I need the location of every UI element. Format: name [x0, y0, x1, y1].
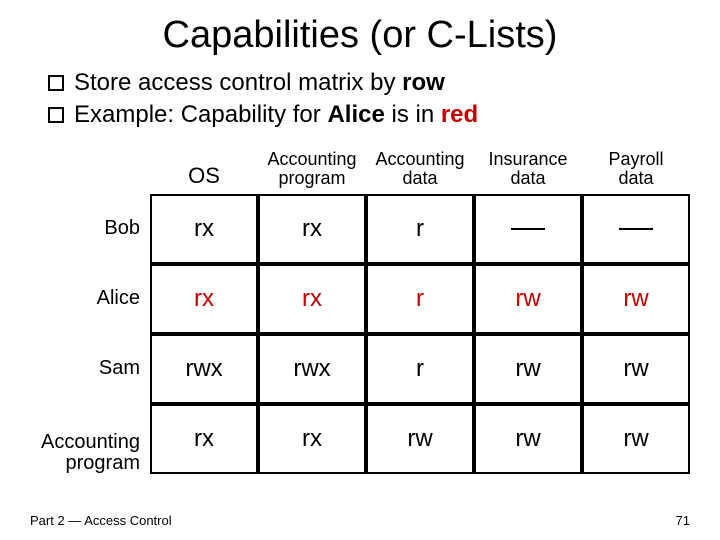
- col-os: OS: [150, 160, 258, 193]
- cell-alice-insurance: rw: [474, 264, 582, 334]
- bullet-1: Store access control matrix by row: [48, 67, 690, 99]
- col-payroll-b: data: [618, 168, 653, 188]
- cell-alice-payroll: rw: [582, 264, 690, 334]
- cell-sam-payroll: rw: [582, 334, 690, 404]
- col-payroll: Payroll data: [582, 146, 690, 194]
- footer-left: Part 2 — Access Control: [30, 513, 172, 528]
- bullet-2-red: red: [441, 101, 478, 128]
- bullet-1-bold: row: [402, 69, 445, 96]
- cell-bob-acctprog: rx: [258, 194, 366, 264]
- slide-footer: Part 2 — Access Control 71: [30, 513, 690, 528]
- bullet-2-mid: is in: [385, 101, 441, 128]
- cell-bob-acctdata: r: [366, 194, 474, 264]
- cell-bob-os: rx: [150, 194, 258, 264]
- capability-table: OS Accounting program Accounting data In…: [30, 146, 690, 474]
- col-acct-data: Accounting data: [366, 146, 474, 194]
- bullet-2-pre: Example: Capability for: [74, 101, 327, 128]
- row-alice-label: Alice: [30, 264, 150, 334]
- cell-sam-os: rwx: [150, 334, 258, 404]
- col-acct-data-b: data: [402, 168, 437, 188]
- cell-alice-os: rx: [150, 264, 258, 334]
- col-insurance: Insurance data: [474, 146, 582, 194]
- bullet-2-alice: Alice: [327, 101, 384, 128]
- cell-bob-insurance: [474, 194, 582, 264]
- cell-sam-acctdata: r: [366, 334, 474, 404]
- cell-alice-acctdata: r: [366, 264, 474, 334]
- cell-acct-insurance: rw: [474, 404, 582, 474]
- bullet-1-text: Store access control matrix by: [74, 69, 402, 96]
- col-payroll-a: Payroll: [608, 149, 663, 169]
- bullet-2: Example: Capability for Alice is in red: [48, 99, 690, 131]
- cell-acct-acctprog: rx: [258, 404, 366, 474]
- col-insurance-b: data: [510, 168, 545, 188]
- dash-icon: [619, 228, 653, 230]
- cell-sam-insurance: rw: [474, 334, 582, 404]
- col-acct-program: Accounting program: [258, 146, 366, 194]
- page-number: 71: [676, 513, 690, 528]
- cell-alice-acctprog: rx: [258, 264, 366, 334]
- row-acct-label-a: Accounting: [41, 432, 140, 453]
- cell-sam-acctprog: rwx: [258, 334, 366, 404]
- row-acct-label-b: program: [66, 453, 140, 474]
- row-sam-label: Sam: [30, 334, 150, 404]
- slide-title: Capabilities (or C-Lists): [30, 14, 690, 57]
- cell-acct-acctdata: rw: [366, 404, 474, 474]
- cell-acct-os: rx: [150, 404, 258, 474]
- row-acct-label: Accounting program: [30, 404, 150, 474]
- col-acct-data-a: Accounting: [375, 149, 464, 169]
- row-bob-label: Bob: [30, 194, 150, 264]
- dash-icon: [511, 228, 545, 230]
- cell-acct-payroll: rw: [582, 404, 690, 474]
- col-acct-program-a: Accounting: [267, 149, 356, 169]
- col-os-label: OS: [188, 163, 220, 188]
- col-acct-program-b: program: [278, 168, 345, 188]
- cell-bob-payroll: [582, 194, 690, 264]
- col-insurance-a: Insurance: [488, 149, 567, 169]
- bullet-list: Store access control matrix by row Examp…: [30, 67, 690, 132]
- corner-cell: [30, 146, 150, 194]
